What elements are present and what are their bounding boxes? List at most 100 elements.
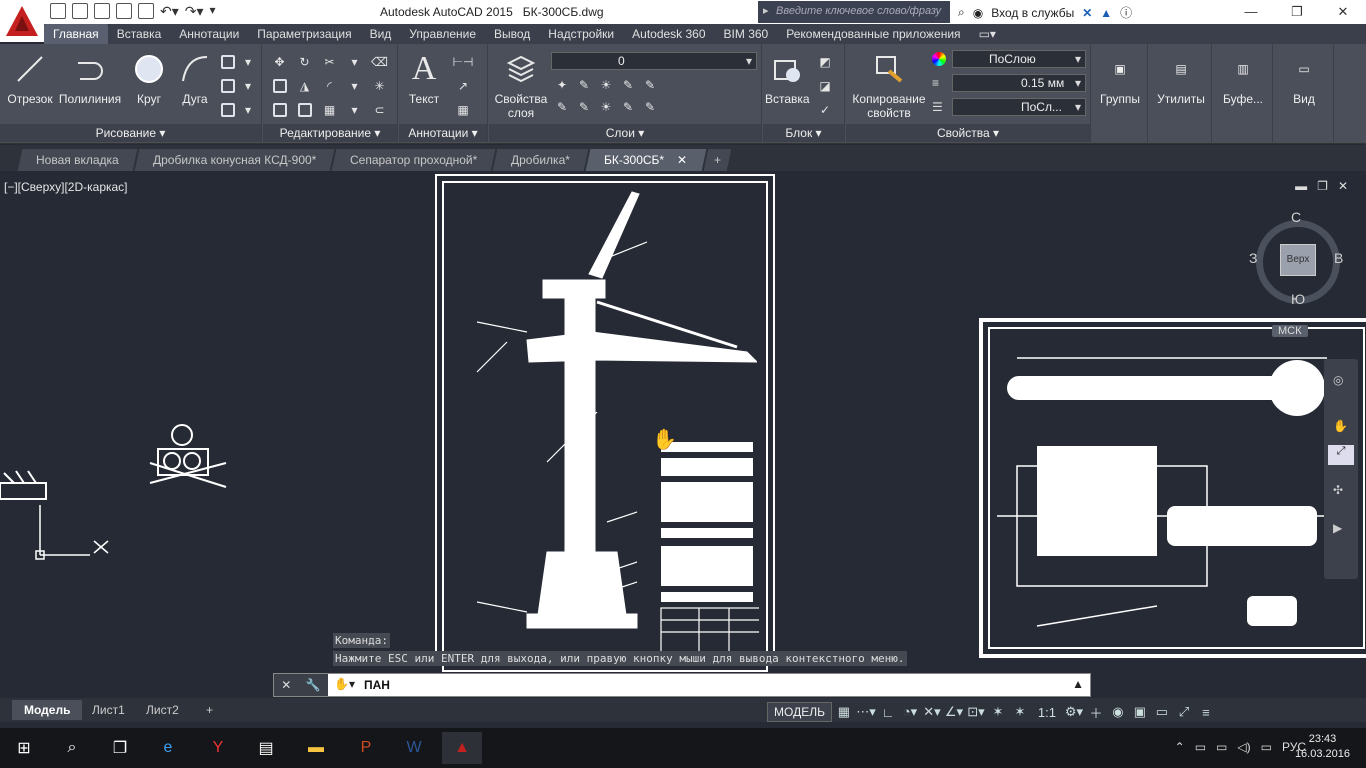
add-icon[interactable]: ＋ <box>1086 702 1106 722</box>
user-icon[interactable]: ◉ <box>973 6 983 20</box>
zoom-nav-icon[interactable]: ⤢ <box>1328 445 1354 465</box>
compass-east[interactable]: В <box>1334 250 1343 266</box>
linetype-icon[interactable]: ☰ <box>932 100 943 114</box>
annotation-scale[interactable]: 1:1 <box>1032 702 1062 722</box>
color-dropdown[interactable]: ПоСлою <box>952 50 1086 68</box>
polar-icon[interactable]: ◔▾ <box>900 702 920 722</box>
autocad-taskbar-icon[interactable]: ▲ <box>442 732 482 764</box>
binoculars-icon[interactable]: ⌕ <box>958 5 965 20</box>
layer-icon[interactable]: ☀ <box>595 74 617 96</box>
ribbon-options-icon[interactable]: ▭▾ <box>970 24 1005 44</box>
layer-icon[interactable]: ☀ <box>595 96 617 118</box>
match-properties-button[interactable]: Копирование свойств <box>848 50 930 120</box>
line-button[interactable]: Отрезок <box>4 50 56 106</box>
grid-icon[interactable]: ▦ <box>834 702 854 722</box>
add-layout-button[interactable]: + <box>194 700 225 720</box>
linetype-dropdown[interactable]: ПоСл... <box>952 98 1086 116</box>
mirror-icon[interactable]: ◮ <box>292 74 317 98</box>
block-attr-icon[interactable]: ✓ <box>811 98 839 122</box>
pan-nav-icon[interactable]: ✋ <box>1333 419 1348 433</box>
layer-icon[interactable]: ✎ <box>551 96 573 118</box>
dropdown-icon[interactable]: ▾ <box>238 98 258 122</box>
hardware-accel-icon[interactable]: ◉ <box>1108 702 1128 722</box>
undo-icon[interactable]: ↶▾ <box>160 3 179 20</box>
layer-properties-button[interactable]: Свойства слоя <box>491 50 551 120</box>
tab-manage[interactable]: Управление <box>400 24 485 44</box>
layer-icon[interactable]: ✎ <box>617 96 639 118</box>
showmotion-icon[interactable]: ▶ <box>1333 521 1342 535</box>
compass-south[interactable]: Ю <box>1291 291 1305 307</box>
doc-tab[interactable]: Дробилка конусная КСД-900* <box>134 149 335 171</box>
dropdown-icon[interactable]: ▾ <box>342 50 367 74</box>
model-space-button[interactable]: МОДЕЛЬ <box>767 702 832 722</box>
steering-wheel-icon[interactable]: ◎ <box>1333 373 1343 387</box>
edge-icon[interactable]: e <box>148 732 188 764</box>
close-command-icon[interactable]: ✕ <box>281 678 291 692</box>
layers-panel-title[interactable]: Слои ▾ <box>489 124 761 142</box>
vp-close-icon[interactable]: ✕ <box>1338 179 1348 193</box>
trim-icon[interactable]: ✂ <box>317 50 342 74</box>
minimize-icon[interactable]: — <box>1228 0 1274 24</box>
groups-button[interactable]: ▣ Группы <box>1092 50 1148 106</box>
snap-icon[interactable]: ⋯▾ <box>856 702 876 722</box>
tab-bim360[interactable]: BIM 360 <box>715 24 778 44</box>
dropdown-icon[interactable]: ▾ <box>238 74 258 98</box>
viewcube[interactable]: Верх С Ю З В <box>1249 209 1345 309</box>
open-icon[interactable] <box>72 3 88 19</box>
explode-icon[interactable]: ✳ <box>367 74 392 98</box>
leader-icon[interactable]: ↗ <box>449 74 477 98</box>
new-icon[interactable] <box>50 3 66 19</box>
autoscale-icon[interactable]: ✶ <box>1010 702 1030 722</box>
doc-tab[interactable]: Новая вкладка <box>17 149 138 171</box>
orbit-nav-icon[interactable]: ✣ <box>1333 483 1343 497</box>
gradient-icon[interactable] <box>218 98 238 122</box>
doc-tab-active[interactable]: БК-300СБ* ✕ <box>585 149 707 171</box>
copy-icon[interactable] <box>267 74 292 98</box>
edit-block-icon[interactable]: ◪ <box>811 74 839 98</box>
exchange-icon[interactable]: ✕ <box>1082 6 1092 20</box>
lineweight-toggle-icon[interactable]: ∠▾ <box>944 702 964 722</box>
hatch-icon[interactable] <box>218 74 238 98</box>
doc-tab[interactable]: Дробилка* <box>493 149 589 171</box>
utilities-button[interactable]: ▤ Утилиты <box>1150 50 1212 106</box>
vp-restore-icon[interactable]: ❐ <box>1317 179 1328 193</box>
yandex-icon[interactable]: Y <box>198 732 238 764</box>
redo-icon[interactable]: ↷▾ <box>185 3 204 20</box>
ortho-icon[interactable]: ∟ <box>878 702 898 722</box>
dropdown-icon[interactable]: ▾ <box>342 98 367 122</box>
powerpoint-icon[interactable]: P <box>346 732 386 764</box>
tray-expand-icon[interactable]: ⌃ <box>1175 740 1185 754</box>
scale-icon[interactable] <box>292 98 317 122</box>
tab-view[interactable]: Вид <box>361 24 401 44</box>
search-icon[interactable]: ⌕ <box>52 732 92 764</box>
customize-icon[interactable]: ≡ <box>1196 702 1216 722</box>
view-button[interactable]: ▭ Вид <box>1274 50 1334 106</box>
tab-featured-apps[interactable]: Рекомендованные приложения <box>777 24 969 44</box>
layer-icon[interactable]: ✎ <box>639 96 661 118</box>
clock[interactable]: 23:43 16.03.2016 <box>1295 732 1350 762</box>
close-icon[interactable]: ✕ <box>1320 0 1366 24</box>
selection-cycling-icon[interactable]: ⊡▾ <box>966 702 986 722</box>
clipboard-button[interactable]: ▥ Буфе... <box>1213 50 1273 106</box>
maximize-icon[interactable]: ❐ <box>1274 0 1320 24</box>
layer-icon[interactable]: ✎ <box>573 96 595 118</box>
annotation-panel-title[interactable]: Аннотации ▾ <box>399 124 487 142</box>
layer-icon[interactable]: ✎ <box>573 74 595 96</box>
block-panel-title[interactable]: Блок ▾ <box>763 124 844 142</box>
word-icon[interactable]: W <box>394 732 434 764</box>
doc-tab[interactable]: Сепаратор проходной* <box>331 149 496 171</box>
customize-qat-icon[interactable]: ▾ <box>210 3 216 20</box>
stretch-icon[interactable] <box>267 98 292 122</box>
volume-icon[interactable]: ◁) <box>1237 740 1250 754</box>
help-icon[interactable]: ⓘ <box>1120 4 1132 21</box>
rotate-icon[interactable]: ↻ <box>292 50 317 74</box>
tab-parametric[interactable]: Параметризация <box>248 24 360 44</box>
create-block-icon[interactable]: ◩ <box>811 50 839 74</box>
tab-model[interactable]: Модель <box>12 700 83 720</box>
task-view-icon[interactable]: ❐ <box>100 732 140 764</box>
circle-button[interactable]: Круг <box>126 50 172 106</box>
properties-panel-title[interactable]: Свойства ▾ <box>846 124 1090 142</box>
move-icon[interactable]: ✥ <box>267 50 292 74</box>
application-menu-button[interactable] <box>0 0 44 42</box>
color-wheel-icon[interactable] <box>932 52 946 66</box>
